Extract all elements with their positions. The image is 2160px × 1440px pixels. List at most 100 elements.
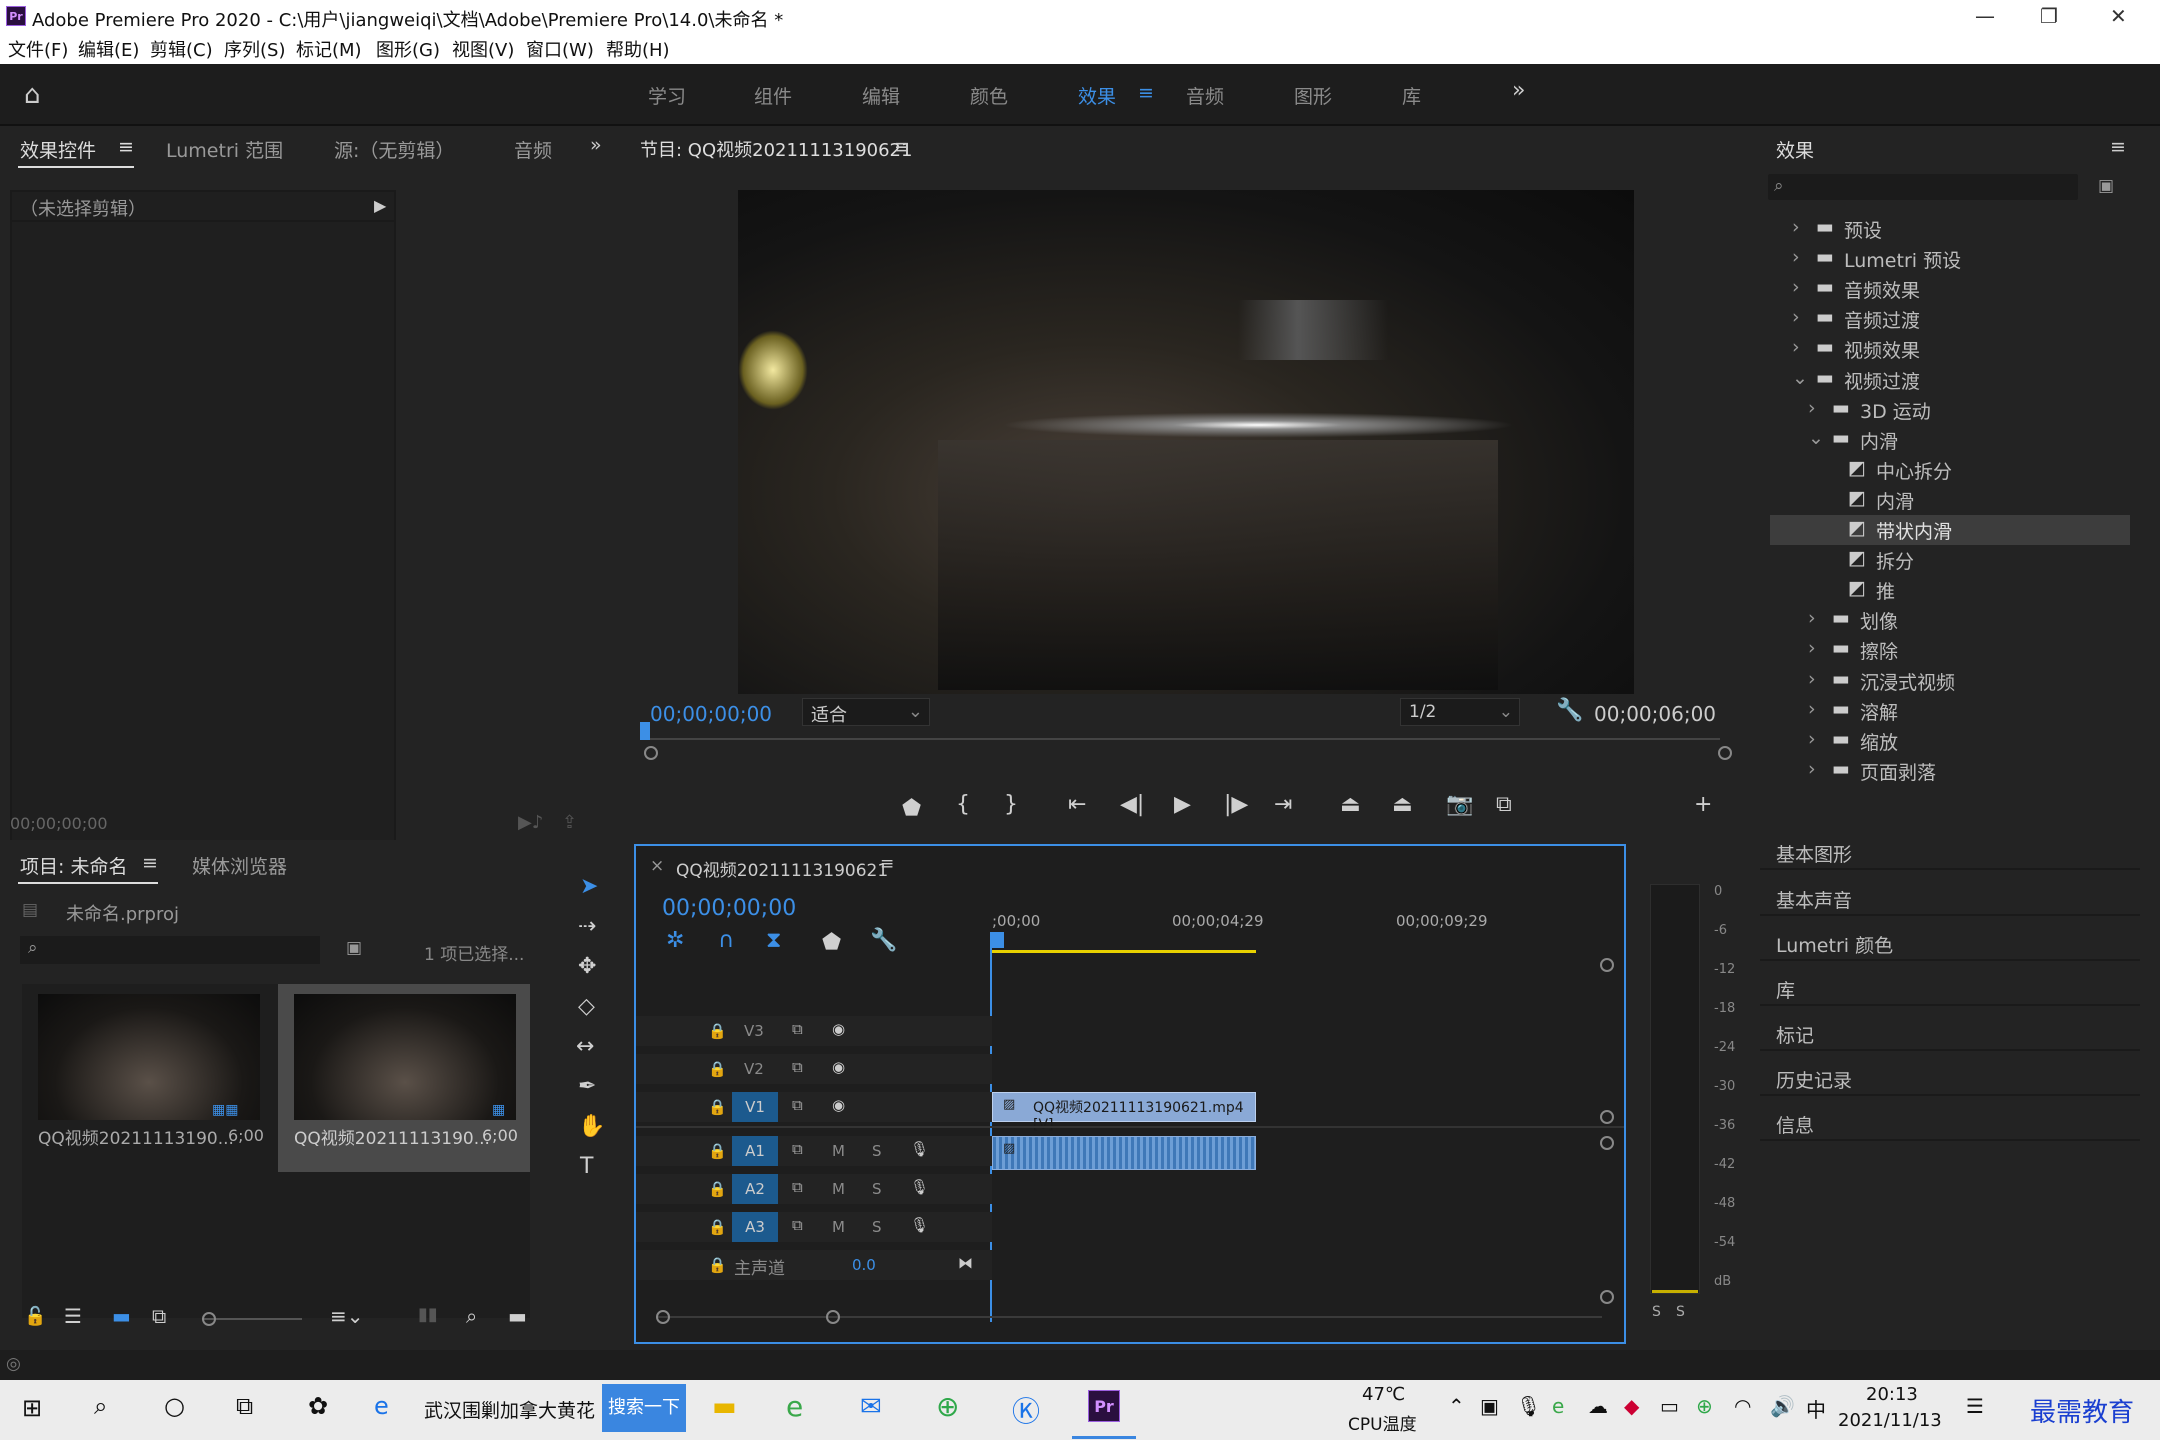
selection-tool-icon[interactable]: ➤ [580,874,598,899]
v-scroll-top[interactable] [1600,958,1614,972]
mute-icon[interactable]: M [832,1142,845,1160]
mute-icon[interactable]: M [832,1218,845,1236]
ws-graphics[interactable]: 图形 [1294,82,1332,109]
v-scroll-mid[interactable] [1600,1110,1614,1124]
tray-qq-icon[interactable]: ◆ [1624,1394,1639,1418]
effects-tree-item[interactable]: ⌄ ▬ 视频过渡 [1770,365,2130,395]
lock-icon[interactable]: 🔒 [708,1142,727,1160]
tray-cloud-icon[interactable]: ☁ [1588,1394,1608,1418]
effects-tree-item[interactable]: › ▬ 划像 [1770,605,2130,635]
track-v1[interactable]: 🔒 V1 ⧉ ◉ [636,1092,992,1122]
a-scroll-top[interactable] [1600,1136,1614,1150]
menu-clip[interactable]: 剪辑(C) [150,36,213,62]
track-a2[interactable]: 🔒 A2 ⧉ M S 🎙 [636,1174,992,1204]
hand-tool-icon[interactable]: ✋ [578,1114,605,1139]
timeline-settings-icon[interactable]: 🔧 [870,928,897,953]
add-marker-icon[interactable]: ⬟ [902,796,921,821]
h-scroll-right[interactable] [826,1310,840,1324]
timeline-playhead[interactable] [992,932,1004,948]
chevron-right-icon[interactable]: › [1808,758,1816,780]
track-v3[interactable]: 🔒 V3 ⧉ ◉ [636,1016,992,1046]
timeline-timecode[interactable]: 00;00;00;00 [662,896,796,921]
track-label[interactable]: A2 [732,1174,778,1204]
master-collapse-icon[interactable]: ⧓ [958,1254,973,1272]
audio-icon[interactable]: ▶♪ [518,812,543,833]
ws-color[interactable]: 颜色 [970,82,1008,109]
tab-effect-controls[interactable]: 效果控件 [20,136,96,163]
chevron-right-icon[interactable]: › [1792,276,1800,298]
tray-browser-icon[interactable]: e [1552,1394,1564,1418]
toggle-sync-icon[interactable]: ⧉ [792,1096,803,1114]
ie-icon[interactable]: e [374,1392,389,1420]
tool-icon[interactable]: ⊕ [936,1390,959,1423]
lock-icon[interactable]: 🔒 [708,1098,727,1116]
panel-info[interactable]: 信息 [1760,1097,2140,1141]
minimize-icon[interactable]: — [1975,4,1995,28]
chevron-right-icon[interactable]: › [1808,698,1816,720]
menu-view[interactable]: 视图(V) [452,36,514,62]
effects-tree-item[interactable]: ◩ 中心拆分 [1770,455,2130,485]
mark-in-icon[interactable]: { [956,792,970,817]
toggle-sync-icon[interactable]: ⧉ [792,1140,803,1158]
h-scroll-left[interactable] [656,1310,670,1324]
tray-expand-icon[interactable]: ⌃ [1448,1394,1465,1418]
lock-icon[interactable]: 🔒 [708,1060,727,1078]
ws-editing[interactable]: 编辑 [862,82,900,109]
snap-icon[interactable]: ∩ [718,928,734,953]
find-icon[interactable]: ⌕ [466,1304,477,1328]
go-to-out-icon[interactable]: ⇥ [1274,792,1292,817]
effects-tree-item[interactable]: ◩ 拆分 [1770,545,2130,575]
start-icon[interactable]: ⊞ [22,1394,42,1422]
effects-tree-item[interactable]: › ▬ Lumetri 预设 [1770,244,2130,274]
export-frame-icon[interactable]: 📷 [1446,792,1473,817]
solo-left[interactable]: S [1652,1304,1661,1320]
work-area-bar[interactable] [992,950,1256,953]
chevron-right-icon[interactable]: › [1792,336,1800,358]
export-icon[interactable]: ⇪ [562,812,577,833]
ws-effects[interactable]: 效果 [1078,82,1116,109]
panel-libraries[interactable]: 库 [1760,962,2140,1006]
mail-icon[interactable]: ✉ [860,1392,882,1422]
lock-icon[interactable]: 🔒 [708,1256,727,1274]
project-menu-icon[interactable]: ≡ [142,852,158,874]
overflow-icon[interactable]: » [590,134,602,156]
mark-out-icon[interactable]: } [1004,792,1018,817]
effects-tree-item[interactable]: › ▬ 视频效果 [1770,334,2130,364]
chevron-down-icon[interactable]: ⌄ [1808,427,1824,449]
eye-icon[interactable]: ◉ [832,1058,845,1076]
toggle-sync-icon[interactable]: ⧉ [792,1058,803,1076]
notification-icon[interactable]: ☰ [1966,1394,1984,1418]
panel-history[interactable]: 历史记录 [1760,1052,2140,1096]
find-bin-icon[interactable]: ▣ [346,938,362,958]
timeline-menu-icon[interactable]: ≡ [880,854,894,874]
audio-clip[interactable]: ▨ [992,1136,1256,1170]
automate-icon[interactable]: ▮▮ [418,1304,438,1325]
chevron-right-icon[interactable]: › [1808,668,1816,690]
effects-search-input[interactable]: ⌕ [1768,174,2078,200]
a-scroll-bottom[interactable] [1600,1290,1614,1304]
extract-icon[interactable]: ⏏ [1392,792,1413,817]
expand-icon[interactable]: ▶ [374,196,386,215]
program-playhead[interactable] [640,722,650,740]
clip-thumbnail[interactable]: ▦▦ QQ视频20211113190... 6;00 [22,984,272,1172]
lock-icon[interactable]: 🔒 [708,1180,727,1198]
lock-icon[interactable]: 🔓 [24,1306,46,1327]
zoom-slider[interactable] [202,1318,302,1320]
zoom-handle-right[interactable] [1718,746,1732,760]
tray-app-icon[interactable]: ▣ [1480,1394,1499,1418]
h-scrollbar[interactable] [656,1316,1602,1318]
chevron-right-icon[interactable]: › [1808,397,1816,419]
mini-timeline-ruler[interactable] [650,738,1720,740]
ws-audio[interactable]: 音频 [1186,82,1224,109]
track-label[interactable]: A3 [732,1212,778,1242]
chevron-right-icon[interactable]: › [1808,637,1816,659]
close-sequence-icon[interactable]: × [650,856,664,876]
ws-assembly[interactable]: 组件 [754,82,792,109]
mute-icon[interactable]: M [832,1180,845,1198]
tab-project[interactable]: 项目: 未命名 [20,852,127,879]
tab-audio-mixer[interactable]: 音频 [514,136,552,163]
tab-source[interactable]: 源:（无剪辑） [334,136,454,163]
solo-icon[interactable]: S [872,1180,882,1198]
clip-thumbnail-selected[interactable]: ▦ QQ视频20211113190... 6;00 [278,984,530,1172]
track-select-icon[interactable]: ⇢ [578,914,596,939]
